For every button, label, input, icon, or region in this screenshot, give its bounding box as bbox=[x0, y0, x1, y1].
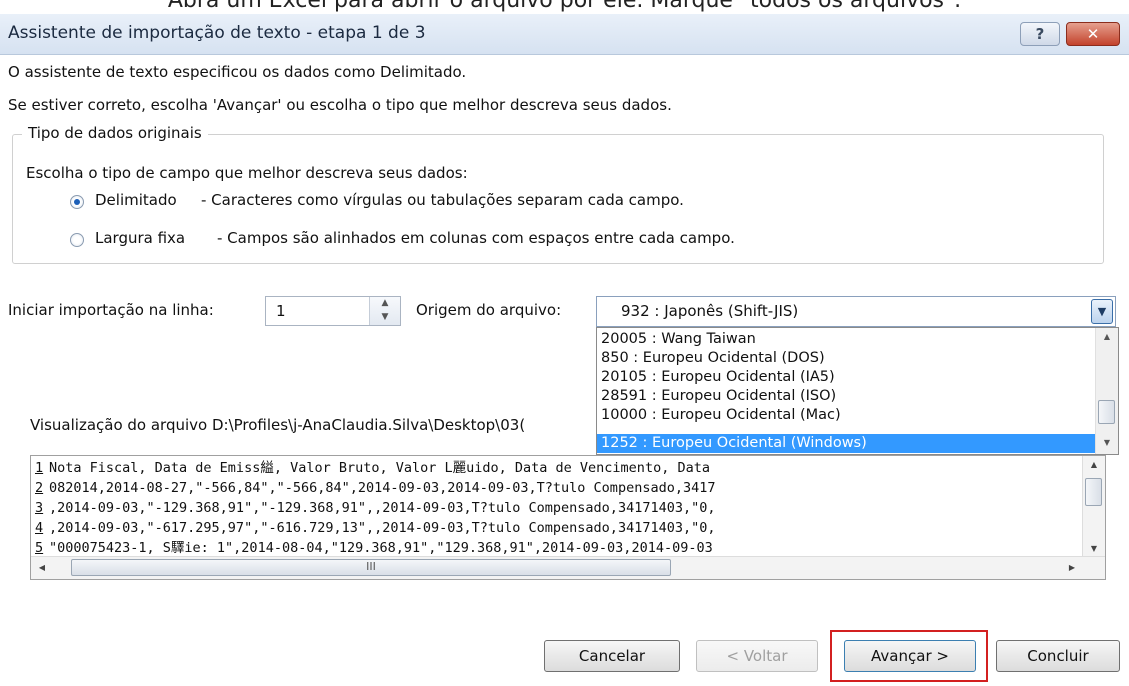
scroll-up-icon[interactable]: ▲ bbox=[1096, 328, 1118, 346]
dropdown-option[interactable]: 28591 : Europeu Ocidental (ISO) bbox=[597, 387, 1095, 406]
file-preview[interactable]: 1 Nota Fiscal, Data de Emiss縊, Valor Brut… bbox=[30, 455, 1106, 580]
scroll-right-icon[interactable]: ▶ bbox=[1061, 557, 1083, 579]
radio-fixed-width-description: - Campos são alinhados em colunas com es… bbox=[217, 229, 735, 247]
file-origin-label: Origem do arquivo: bbox=[416, 301, 562, 319]
file-origin-select[interactable]: 932 : Japonês (Shift-JIS) ▼ bbox=[596, 296, 1116, 327]
scroll-up-icon[interactable]: ▲ bbox=[1083, 456, 1105, 474]
line-text: Nota Fiscal, Data de Emiss縊, Valor Bruto… bbox=[49, 460, 710, 476]
stepper-down-icon[interactable]: ▼ bbox=[370, 311, 400, 325]
preview-vertical-scrollbar[interactable]: ▲ ▼ bbox=[1082, 456, 1105, 558]
line-number: 4 bbox=[35, 520, 44, 536]
line-number: 3 bbox=[35, 500, 44, 516]
dropdown-option[interactable]: 20005 : Wang Taiwan bbox=[597, 330, 1095, 349]
cancel-button[interactable]: Cancelar bbox=[544, 640, 680, 672]
preview-line: 3 ,2014-09-03,"-129.368,91","-129.368,91"… bbox=[35, 498, 715, 518]
grip-icon: III bbox=[366, 560, 376, 573]
line-text: "000075423-1, S驛ie: 1",2014-08-04,"129.3… bbox=[49, 540, 713, 556]
preview-vscroll-thumb[interactable] bbox=[1085, 478, 1102, 506]
radio-fixed-width[interactable] bbox=[70, 233, 84, 247]
next-button-highlight bbox=[830, 630, 988, 682]
line-number: 5 bbox=[35, 540, 44, 556]
preview-line: 2 082014,2014-08-27,"-566,84","-566,84",2… bbox=[35, 478, 715, 498]
line-number: 1 bbox=[35, 460, 44, 476]
chevron-down-icon[interactable]: ▼ bbox=[1091, 299, 1113, 324]
start-row-label: Iniciar importação na linha: bbox=[8, 301, 214, 319]
radio-delimited[interactable] bbox=[70, 195, 84, 209]
window-title: Assistente de importação de texto - etap… bbox=[8, 23, 426, 43]
scroll-down-icon[interactable]: ▼ bbox=[1096, 434, 1118, 452]
close-button[interactable]: ✕ bbox=[1066, 22, 1120, 46]
close-x-icon: ✕ bbox=[1086, 25, 1100, 43]
finish-button[interactable]: Concluir bbox=[996, 640, 1120, 672]
page-caption: Abra um Excel para abrir o arquivo por e… bbox=[167, 0, 962, 13]
intro-line-2: Se estiver correto, escolha 'Avançar' ou… bbox=[8, 96, 672, 114]
start-row-stepper[interactable]: 1 ▲ ▼ bbox=[265, 296, 401, 326]
file-origin-value: 932 : Japonês (Shift-JIS) bbox=[621, 302, 799, 320]
line-text: 082014,2014-08-27,"-566,84","-566,84",20… bbox=[49, 480, 716, 496]
dropdown-option-selected[interactable]: 1252 : Europeu Ocidental (Windows) bbox=[597, 434, 1095, 453]
line-number: 2 bbox=[35, 480, 44, 496]
preview-hscroll-thumb[interactable]: III bbox=[71, 559, 671, 576]
dropdown-scroll-thumb[interactable] bbox=[1098, 400, 1115, 424]
start-row-value: 1 bbox=[276, 302, 286, 320]
radio-delimited-label[interactable]: Delimitado bbox=[95, 191, 177, 209]
stepper-up-icon[interactable]: ▲ bbox=[370, 297, 400, 311]
radio-delimited-description: - Caracteres como vírgulas ou tabulações… bbox=[201, 191, 684, 209]
data-type-legend: Tipo de dados originais bbox=[22, 124, 208, 142]
preview-line: 1 Nota Fiscal, Data de Emiss縊, Valor Brut… bbox=[35, 458, 710, 478]
preview-horizontal-scrollbar[interactable]: ◀ III ▶ bbox=[31, 556, 1105, 579]
question-mark-icon: ? bbox=[1035, 25, 1045, 43]
radio-fixed-width-label[interactable]: Largura fixa bbox=[95, 229, 185, 247]
help-button[interactable]: ? bbox=[1020, 22, 1060, 46]
stepper-arrows[interactable]: ▲ ▼ bbox=[369, 297, 400, 325]
title-bar: Assistente de importação de texto - etap… bbox=[0, 14, 1129, 55]
preview-line: 5 "000075423-1, S驛ie: 1",2014-08-04,"129.… bbox=[35, 538, 713, 558]
scroll-left-icon[interactable]: ◀ bbox=[31, 557, 53, 579]
dropdown-scrollbar[interactable]: ▲ ▼ bbox=[1095, 328, 1118, 454]
file-origin-dropdown[interactable]: 20005 : Wang Taiwan 850 : Europeu Ociden… bbox=[596, 327, 1119, 455]
radio-fixed-width-text: Largura fixa bbox=[95, 229, 186, 247]
back-button[interactable]: < Voltar bbox=[696, 640, 818, 672]
line-text: ,2014-09-03,"-129.368,91","-129.368,91",… bbox=[49, 500, 716, 516]
radio-delimited-text: Delimitado bbox=[95, 191, 177, 209]
line-text: ,2014-09-03,"-617.295,97","-616.729,13",… bbox=[49, 520, 716, 536]
data-type-prompt: Escolha o tipo de campo que melhor descr… bbox=[26, 164, 468, 182]
dropdown-option[interactable]: 850 : Europeu Ocidental (DOS) bbox=[597, 349, 1095, 368]
preview-line: 4 ,2014-09-03,"-617.295,97","-616.729,13"… bbox=[35, 518, 715, 538]
intro-line-1: O assistente de texto especificou os dad… bbox=[8, 63, 467, 81]
dropdown-option[interactable]: 10000 : Europeu Ocidental (Mac) bbox=[597, 406, 1095, 425]
preview-label: Visualização do arquivo D:\Profiles\j-An… bbox=[30, 416, 526, 434]
dropdown-option[interactable]: 20105 : Europeu Ocidental (IA5) bbox=[597, 368, 1095, 387]
